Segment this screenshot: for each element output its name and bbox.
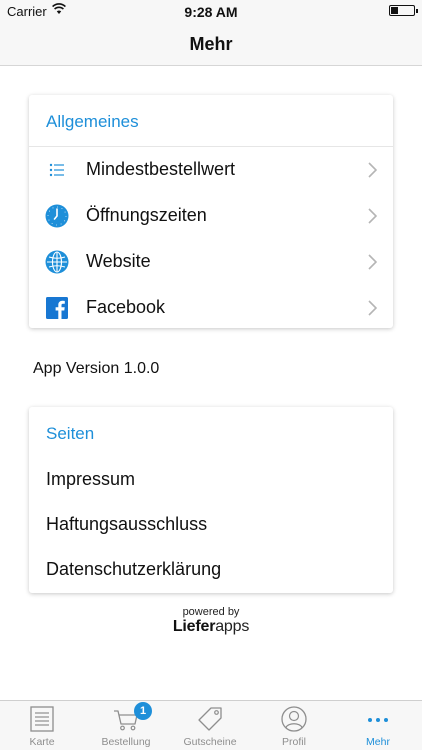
tab-label: Profil bbox=[282, 736, 306, 748]
tab-bestellung[interactable]: 1 Bestellung bbox=[84, 701, 168, 750]
row-facebook[interactable]: Facebook bbox=[29, 285, 393, 331]
lieferapps-logo: Lieferapps bbox=[0, 618, 422, 636]
battery-icon bbox=[389, 5, 418, 16]
list-icon bbox=[49, 163, 64, 177]
general-section-card: Allgemeines Mindestbestellwert Öffnungsz… bbox=[29, 95, 393, 328]
row-label: Impressum bbox=[46, 469, 136, 489]
tab-profil[interactable]: Profil bbox=[252, 701, 336, 750]
row-label: Öffnungszeiten bbox=[86, 205, 207, 225]
menu-card-icon bbox=[30, 706, 54, 732]
general-section-header: Allgemeines bbox=[29, 95, 393, 147]
tab-bar: Karte 1 Bestellung Gutscheine Profil Meh… bbox=[0, 700, 422, 750]
row-label: Website bbox=[86, 251, 151, 271]
row-label: Haftungsausschluss bbox=[46, 514, 208, 534]
row-label: Datenschutzerklärung bbox=[46, 559, 222, 579]
brand-bold: Liefer bbox=[172, 618, 216, 635]
tag-icon bbox=[198, 707, 222, 731]
clock-icon bbox=[45, 204, 69, 228]
profile-icon bbox=[281, 706, 307, 732]
chevron-right-icon bbox=[368, 162, 377, 178]
status-bar: Carrier 9:28 AM bbox=[0, 0, 422, 22]
tab-label: Karte bbox=[29, 736, 55, 748]
powered-by-footer: powered by Lieferapps bbox=[0, 606, 422, 636]
tab-mehr[interactable]: Mehr bbox=[336, 701, 420, 750]
app-version-text: App Version 1.0.0 bbox=[33, 360, 160, 377]
more-dots-icon bbox=[368, 718, 388, 722]
tab-gutscheine[interactable]: Gutscheine bbox=[168, 701, 252, 750]
pages-section-header: Seiten bbox=[46, 424, 95, 443]
row-oeffnungszeiten[interactable]: Öffnungszeiten bbox=[29, 193, 393, 239]
row-label: Mindestbestellwert bbox=[86, 159, 236, 179]
status-time: 9:28 AM bbox=[184, 4, 238, 20]
brand-light: apps bbox=[215, 618, 250, 635]
navigation-bar: Mehr bbox=[0, 22, 422, 66]
chevron-right-icon bbox=[368, 300, 377, 316]
pages-section-card: Seiten Impressum Haftungsausschluss Date… bbox=[29, 407, 393, 593]
row-label: Facebook bbox=[86, 297, 166, 317]
row-website[interactable]: Website bbox=[29, 239, 393, 285]
row-datenschutzerklaerung[interactable]: Datenschutzerklärung bbox=[29, 547, 393, 592]
chevron-right-icon bbox=[368, 208, 377, 224]
tab-label: Gutscheine bbox=[183, 736, 237, 748]
page-title: Mehr bbox=[189, 34, 233, 54]
tab-label: Mehr bbox=[366, 736, 390, 748]
row-mindestbestellwert[interactable]: Mindestbestellwert bbox=[29, 147, 393, 193]
powered-by-text: powered by bbox=[182, 606, 240, 618]
chevron-right-icon bbox=[368, 254, 377, 270]
row-haftungsausschluss[interactable]: Haftungsausschluss bbox=[29, 502, 393, 547]
globe-icon bbox=[45, 250, 69, 274]
row-impressum[interactable]: Impressum bbox=[29, 457, 393, 502]
facebook-icon bbox=[46, 297, 68, 319]
cart-count-badge: 1 bbox=[134, 702, 152, 720]
tab-karte[interactable]: Karte bbox=[0, 701, 84, 750]
tab-label: Bestellung bbox=[101, 736, 151, 748]
